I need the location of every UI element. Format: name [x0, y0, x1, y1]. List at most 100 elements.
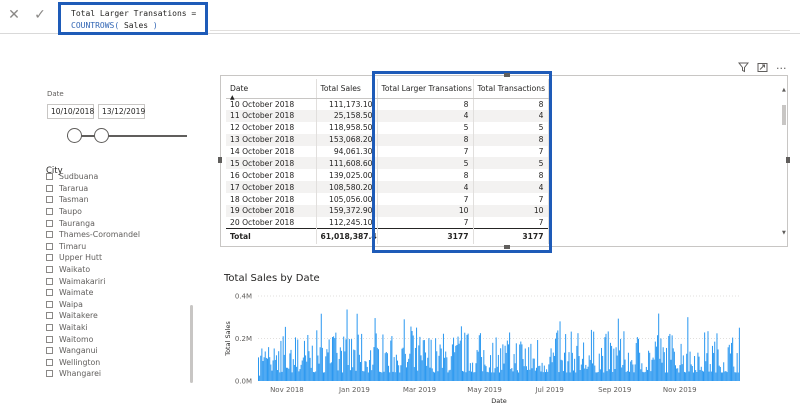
bar	[284, 326, 286, 381]
bar	[423, 340, 425, 381]
city-option[interactable]: Timaru	[46, 241, 140, 253]
bar	[614, 368, 616, 381]
bar	[581, 358, 583, 381]
bar	[394, 372, 396, 381]
bar	[391, 336, 393, 381]
city-option[interactable]: Thames-Coromandel	[46, 229, 140, 241]
bar	[377, 349, 379, 381]
y-tick-label: 0.0M	[235, 378, 252, 386]
bar	[347, 365, 349, 381]
bar	[651, 359, 653, 381]
city-option[interactable]: Waitakere	[46, 310, 140, 322]
city-option[interactable]: Waimakariri	[46, 275, 140, 287]
header-date[interactable]: Date	[226, 79, 317, 99]
bar	[620, 338, 622, 381]
bar	[701, 370, 703, 381]
checkbox[interactable]	[46, 324, 53, 332]
checkbox[interactable]	[46, 335, 53, 343]
checkbox[interactable]	[46, 184, 53, 192]
checkbox[interactable]	[46, 231, 53, 239]
bar	[268, 347, 270, 381]
bar	[441, 367, 443, 381]
table-cell: 111,608.60	[316, 157, 378, 170]
date-range-slider[interactable]	[67, 125, 187, 147]
scroll-up-icon[interactable]: ▲	[782, 87, 786, 93]
resize-handle-left[interactable]	[218, 157, 222, 163]
bar	[725, 371, 727, 381]
bar	[663, 352, 665, 381]
bar	[499, 372, 501, 381]
end-date-input[interactable]: 13/12/2019	[98, 104, 145, 119]
range-end-handle[interactable]	[94, 128, 109, 143]
city-list-scrollbar[interactable]	[190, 305, 193, 383]
checkbox[interactable]	[46, 196, 53, 204]
city-option[interactable]: Sudbuana	[46, 171, 140, 183]
checkbox[interactable]	[46, 219, 53, 227]
bar	[262, 361, 264, 381]
bar	[401, 348, 403, 381]
bar	[457, 336, 459, 381]
formula-input-area[interactable]	[210, 3, 790, 31]
focus-mode-icon[interactable]	[757, 62, 768, 76]
bar	[585, 364, 587, 381]
resize-handle-top[interactable]	[504, 73, 510, 77]
checkbox[interactable]	[46, 289, 53, 297]
checkbox[interactable]	[46, 358, 53, 366]
city-option[interactable]: Tasman	[46, 194, 140, 206]
sales-chart-svg: 0.0M 0.2M 0.4M Total Sales Nov 2018 Jan 2019 M…	[224, 293, 740, 405]
bar	[420, 355, 422, 381]
bar	[565, 334, 567, 381]
bar	[453, 337, 455, 381]
bar	[514, 363, 516, 381]
bar	[638, 338, 640, 381]
checkbox[interactable]	[46, 347, 53, 355]
bar	[659, 358, 661, 381]
city-option[interactable]: Waipa	[46, 299, 140, 311]
city-option[interactable]: Whangarei	[46, 368, 140, 380]
checkbox[interactable]	[46, 266, 53, 274]
city-option[interactable]: Waimate	[46, 287, 140, 299]
more-options-icon[interactable]: ···	[776, 62, 787, 76]
bar	[301, 360, 303, 381]
city-option[interactable]: Tauranga	[46, 217, 140, 229]
scroll-thumb[interactable]	[782, 105, 786, 125]
city-option[interactable]: Waitomo	[46, 333, 140, 345]
bar	[438, 355, 440, 381]
range-start-handle[interactable]	[67, 128, 82, 143]
checkbox[interactable]	[46, 242, 53, 250]
city-option[interactable]: Tararua	[46, 183, 140, 195]
start-date-input[interactable]: 10/10/2018	[47, 104, 94, 119]
header-total-sales[interactable]: Total Sales	[316, 79, 378, 99]
bar	[418, 345, 420, 381]
bar	[594, 365, 596, 381]
bar	[398, 365, 400, 381]
city-option[interactable]: Waitaki	[46, 322, 140, 334]
bar	[528, 347, 530, 381]
city-option[interactable]: Wellington	[46, 357, 140, 369]
close-icon[interactable]: ✕	[6, 7, 22, 23]
city-option[interactable]: Waikato	[46, 264, 140, 276]
city-option[interactable]: Taupo	[46, 206, 140, 218]
bar	[593, 331, 595, 381]
city-option[interactable]: Upper Hutt	[46, 252, 140, 264]
bar	[634, 364, 636, 381]
checkbox[interactable]	[46, 208, 53, 216]
check-icon[interactable]: ✓	[32, 7, 48, 23]
checkbox[interactable]	[46, 277, 53, 285]
checkbox[interactable]	[46, 173, 53, 181]
filter-icon[interactable]	[737, 62, 750, 76]
bar	[646, 369, 648, 381]
city-option[interactable]: Wanganui	[46, 345, 140, 357]
bar	[506, 340, 508, 381]
formula-editor[interactable]: Total Larger Transations = COUNTROWS( Sa…	[58, 2, 208, 35]
scroll-down-icon[interactable]: ▼	[782, 230, 786, 236]
checkbox[interactable]	[46, 300, 53, 308]
checkbox[interactable]	[46, 312, 53, 320]
bar	[339, 347, 341, 381]
checkbox[interactable]	[46, 254, 53, 262]
resize-handle-bottom[interactable]	[504, 245, 510, 249]
highlight-annotation	[372, 71, 552, 253]
bar	[437, 371, 439, 381]
checkbox[interactable]	[46, 370, 53, 378]
resize-handle-right[interactable]	[786, 157, 790, 163]
